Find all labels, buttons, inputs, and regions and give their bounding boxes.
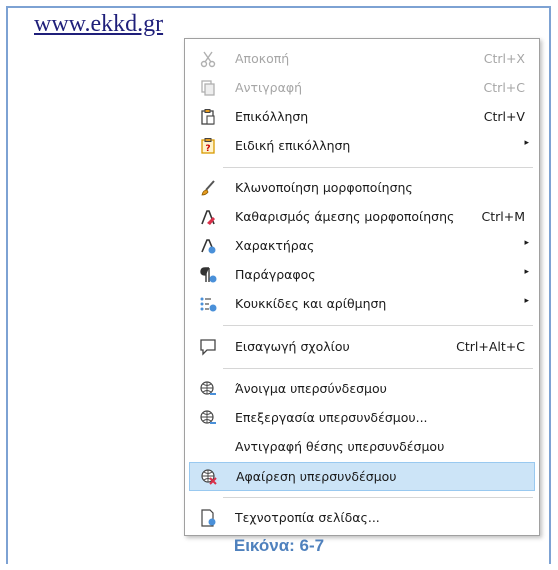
character-icon [201, 239, 216, 254]
menu-item-label: Κουκκίδες και αρίθμηση [235, 296, 387, 311]
clear-format-icon [201, 210, 215, 225]
menu-item-label: Επεξεργασία υπερσυνδέσμου... [235, 410, 428, 425]
menu-item-paste[interactable]: Επικόλληση Ctrl+V [189, 103, 535, 132]
menu-item-label: Ειδική επικόλληση [235, 138, 351, 153]
copy-icon [201, 80, 215, 96]
menu-item-copy-hyperlink-location[interactable]: Αντιγραφή θέσης υπερσυνδέσμου [189, 433, 535, 462]
menu-item-clear-formatting[interactable]: Καθαρισμός άμεσης μορφοποίησης Ctrl+M [189, 203, 535, 232]
paintbrush-icon [201, 180, 215, 196]
menu-item-clone-formatting[interactable]: Κλωνοποίηση μορφοποίησης [189, 174, 535, 203]
paste-special-icon: ? [201, 138, 215, 154]
menu-item-label: Αντιγραφή θέσης υπερσυνδέσμου [235, 439, 445, 454]
svg-text:?: ? [205, 144, 210, 154]
menu-item-remove-hyperlink[interactable]: Αφαίρεση υπερσυνδέσμου [189, 462, 535, 491]
menu-item-label: Καθαρισμός άμεσης μορφοποίησης [235, 209, 455, 224]
menu-item-edit-hyperlink[interactable]: Επεξεργασία υπερσυνδέσμου... [189, 404, 535, 433]
menu-item-label: Αποκοπή [235, 51, 290, 66]
menu-item-label: Τεχνοτροπία σελίδας... [235, 510, 380, 525]
submenu-arrow-icon: ▸ [524, 296, 529, 306]
shortcut-label: Ctrl+M [481, 209, 526, 224]
menu-item-label: Εισαγωγή σχολίου [235, 339, 350, 354]
shortcut-label: Ctrl+C [483, 80, 525, 95]
menu-item-label: Χαρακτήρας [235, 238, 315, 253]
figure-caption: Εικόνα: 6-7 [233, 536, 325, 555]
submenu-arrow-icon: ▸ [524, 138, 529, 148]
globe-edit-icon [200, 410, 216, 424]
scissors-icon [200, 51, 216, 68]
bullets-icon [200, 297, 217, 312]
menu-item-paragraph[interactable]: Παράγραφος ▸ [189, 261, 535, 290]
menu-item-label: Κλωνοποίηση μορφοποίησης [235, 180, 413, 195]
submenu-arrow-icon: ▸ [524, 267, 529, 277]
menu-item-paste-special[interactable]: ? Ειδική επικόλληση ▸ [189, 132, 535, 161]
shortcut-label: Ctrl+X [483, 51, 525, 66]
menu-item-copy[interactable]: Αντιγραφή Ctrl+C [189, 74, 535, 103]
menu-separator [223, 368, 533, 369]
shortcut-label: Ctrl+V [483, 109, 525, 124]
page-style-icon [201, 509, 216, 527]
menu-item-label: Άνοιγμα υπερσύνδεσμου [235, 381, 387, 396]
menu-item-bullets-numbering[interactable]: Κουκκίδες και αρίθμηση ▸ [189, 290, 535, 319]
menu-separator [223, 497, 533, 498]
shortcut-label: Ctrl+Alt+C [456, 339, 525, 354]
menu-item-insert-comment[interactable]: Εισαγωγή σχολίου Ctrl+Alt+C [189, 333, 535, 362]
menu-item-open-hyperlink[interactable]: Άνοιγμα υπερσύνδεσμου [189, 375, 535, 404]
paragraph-icon [200, 267, 217, 283]
submenu-arrow-icon: ▸ [524, 238, 529, 248]
menu-item-label: Παράγραφος [235, 267, 316, 282]
menu-item-label: Αντιγραφή [235, 80, 303, 95]
comment-icon [200, 339, 216, 356]
menu-item-label: Επικόλληση [235, 109, 309, 124]
menu-separator [223, 325, 533, 326]
menu-item-label: Αφαίρεση υπερσυνδέσμου [236, 469, 397, 484]
menu-item-character[interactable]: Χαρακτήρας ▸ [189, 232, 535, 261]
context-menu: Αποκοπή Ctrl+X Αντιγραφή Ctrl+C Επικόλλη… [184, 38, 540, 536]
menu-item-cut[interactable]: Αποκοπή Ctrl+X [189, 45, 535, 74]
menu-separator [223, 167, 533, 168]
hyperlink-text[interactable]: www.ekkd.gr [34, 11, 163, 38]
globe-link-icon [200, 381, 216, 395]
globe-remove-icon [201, 469, 217, 485]
paste-icon [201, 109, 215, 125]
menu-item-page-style[interactable]: Τεχνοτροπία σελίδας... [189, 504, 535, 533]
